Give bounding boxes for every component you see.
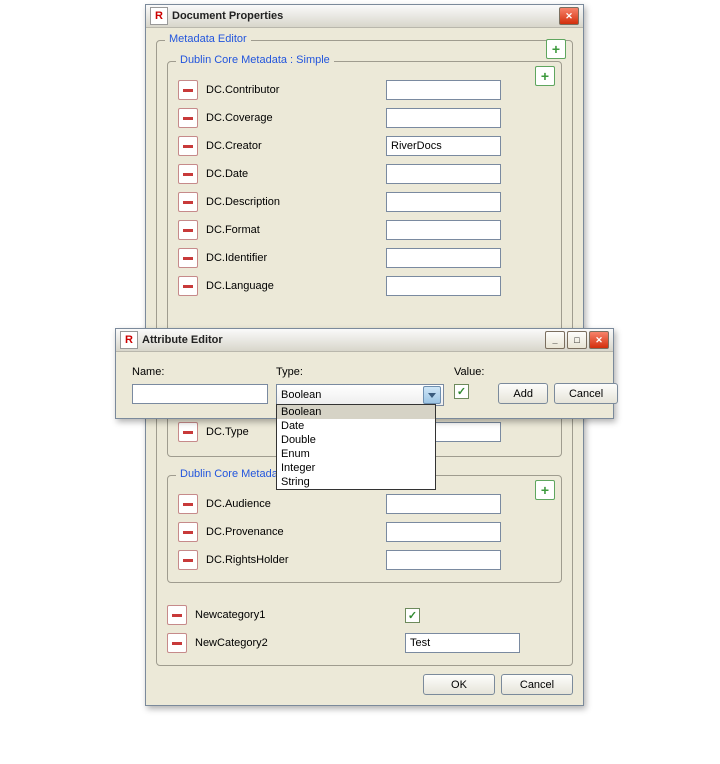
dropdown-option[interactable]: Date — [277, 419, 435, 433]
row-input[interactable] — [386, 220, 501, 240]
table-row: DC.Identifier — [178, 244, 551, 272]
table-row: DC.Language — [178, 272, 551, 300]
row-label: DC.RightsHolder — [206, 554, 386, 566]
name-label: Name: — [132, 366, 262, 378]
row-label: DC.Provenance — [206, 526, 386, 538]
cancel-button[interactable]: Cancel — [501, 674, 573, 695]
row-label: NewCategory2 — [195, 637, 405, 649]
remove-button[interactable] — [178, 522, 198, 542]
maximize-button[interactable]: □ — [567, 331, 587, 349]
type-select[interactable]: Boolean — [276, 384, 444, 406]
remove-button[interactable] — [178, 550, 198, 570]
window-title: Document Properties — [172, 10, 559, 22]
type-selected: Boolean — [281, 389, 321, 401]
dropdown-option[interactable]: Boolean — [277, 405, 435, 419]
row-label: DC.Creator — [206, 140, 386, 152]
remove-button[interactable] — [167, 605, 187, 625]
close-button[interactable]: ✕ — [559, 7, 579, 25]
close-button[interactable]: ✕ — [589, 331, 609, 349]
name-input[interactable] — [132, 384, 268, 404]
value-label: Value: — [454, 366, 484, 378]
simple-legend: Dublin Core Metadata : Simple — [176, 54, 334, 66]
titlebar[interactable]: R Attribute Editor _ □ ✕ — [116, 329, 613, 352]
row-input[interactable] — [386, 550, 501, 570]
remove-button[interactable] — [167, 633, 187, 653]
type-label: Type: — [276, 366, 440, 378]
table-row: DC.Date — [178, 160, 551, 188]
custom-checkbox[interactable]: ✓ — [405, 608, 420, 623]
value-checkbox[interactable]: ✓ — [454, 384, 469, 399]
table-row: DC.Description — [178, 188, 551, 216]
add-category-button[interactable]: + — [546, 39, 566, 59]
row-input[interactable] — [386, 136, 501, 156]
dropdown-option[interactable]: Enum — [277, 447, 435, 461]
row-label: DC.Coverage — [206, 112, 386, 124]
row-input[interactable] — [386, 164, 501, 184]
chevron-down-icon — [423, 386, 441, 404]
row-input[interactable] — [386, 522, 501, 542]
row-label: DC.Language — [206, 280, 386, 292]
row-label: DC.Identifier — [206, 252, 386, 264]
table-row: DC.Creator — [178, 132, 551, 160]
row-input[interactable] — [386, 80, 501, 100]
qualified-group: Dublin Core Metadata : Qualified + DC.Au… — [167, 475, 562, 583]
row-label: DC.Contributor — [206, 84, 386, 96]
row-input[interactable] — [386, 192, 501, 212]
app-icon: R — [150, 7, 168, 25]
row-input[interactable] — [386, 248, 501, 268]
dropdown-option[interactable]: Integer — [277, 461, 435, 475]
row-input[interactable] — [386, 494, 501, 514]
remove-button[interactable] — [178, 494, 198, 514]
type-dropdown[interactable]: BooleanDateDoubleEnumIntegerString — [276, 404, 436, 490]
metadata-editor-legend: Metadata Editor — [165, 33, 251, 45]
row-label: Newcategory1 — [195, 609, 405, 621]
minimize-button[interactable]: _ — [545, 331, 565, 349]
titlebar[interactable]: R Document Properties ✕ — [146, 5, 583, 28]
ok-button[interactable]: OK — [423, 674, 495, 695]
remove-button[interactable] — [178, 248, 198, 268]
table-row: DC.Coverage — [178, 104, 551, 132]
dropdown-option[interactable]: Double — [277, 433, 435, 447]
remove-button[interactable] — [178, 422, 198, 442]
row-input[interactable] — [386, 276, 501, 296]
row-label: DC.Description — [206, 196, 386, 208]
row-input[interactable] — [386, 108, 501, 128]
table-row: NewCategory2 — [167, 629, 562, 657]
remove-button[interactable] — [178, 136, 198, 156]
add-button[interactable]: Add — [498, 383, 548, 404]
app-icon: R — [120, 331, 138, 349]
row-label: DC.Audience — [206, 498, 386, 510]
remove-button[interactable] — [178, 164, 198, 184]
table-row: DC.Provenance — [178, 518, 551, 546]
dropdown-option[interactable]: String — [277, 475, 435, 489]
remove-button[interactable] — [178, 220, 198, 240]
custom-input[interactable] — [405, 633, 520, 653]
attribute-editor-dialog: R Attribute Editor _ □ ✕ Name: Type: Boo… — [115, 328, 614, 419]
table-row: DC.RightsHolder — [178, 546, 551, 574]
table-row: DC.Format — [178, 216, 551, 244]
add-qualified-button[interactable]: + — [535, 480, 555, 500]
window-title: Attribute Editor — [142, 334, 545, 346]
row-label: DC.Format — [206, 224, 386, 236]
table-row: Newcategory1✓ — [167, 601, 562, 629]
remove-button[interactable] — [178, 276, 198, 296]
cancel-button[interactable]: Cancel — [554, 383, 618, 404]
remove-button[interactable] — [178, 192, 198, 212]
row-label: DC.Date — [206, 168, 386, 180]
table-row: DC.Audience — [178, 490, 551, 518]
remove-button[interactable] — [178, 80, 198, 100]
add-simple-button[interactable]: + — [535, 66, 555, 86]
table-row: DC.Contributor — [178, 76, 551, 104]
remove-button[interactable] — [178, 108, 198, 128]
